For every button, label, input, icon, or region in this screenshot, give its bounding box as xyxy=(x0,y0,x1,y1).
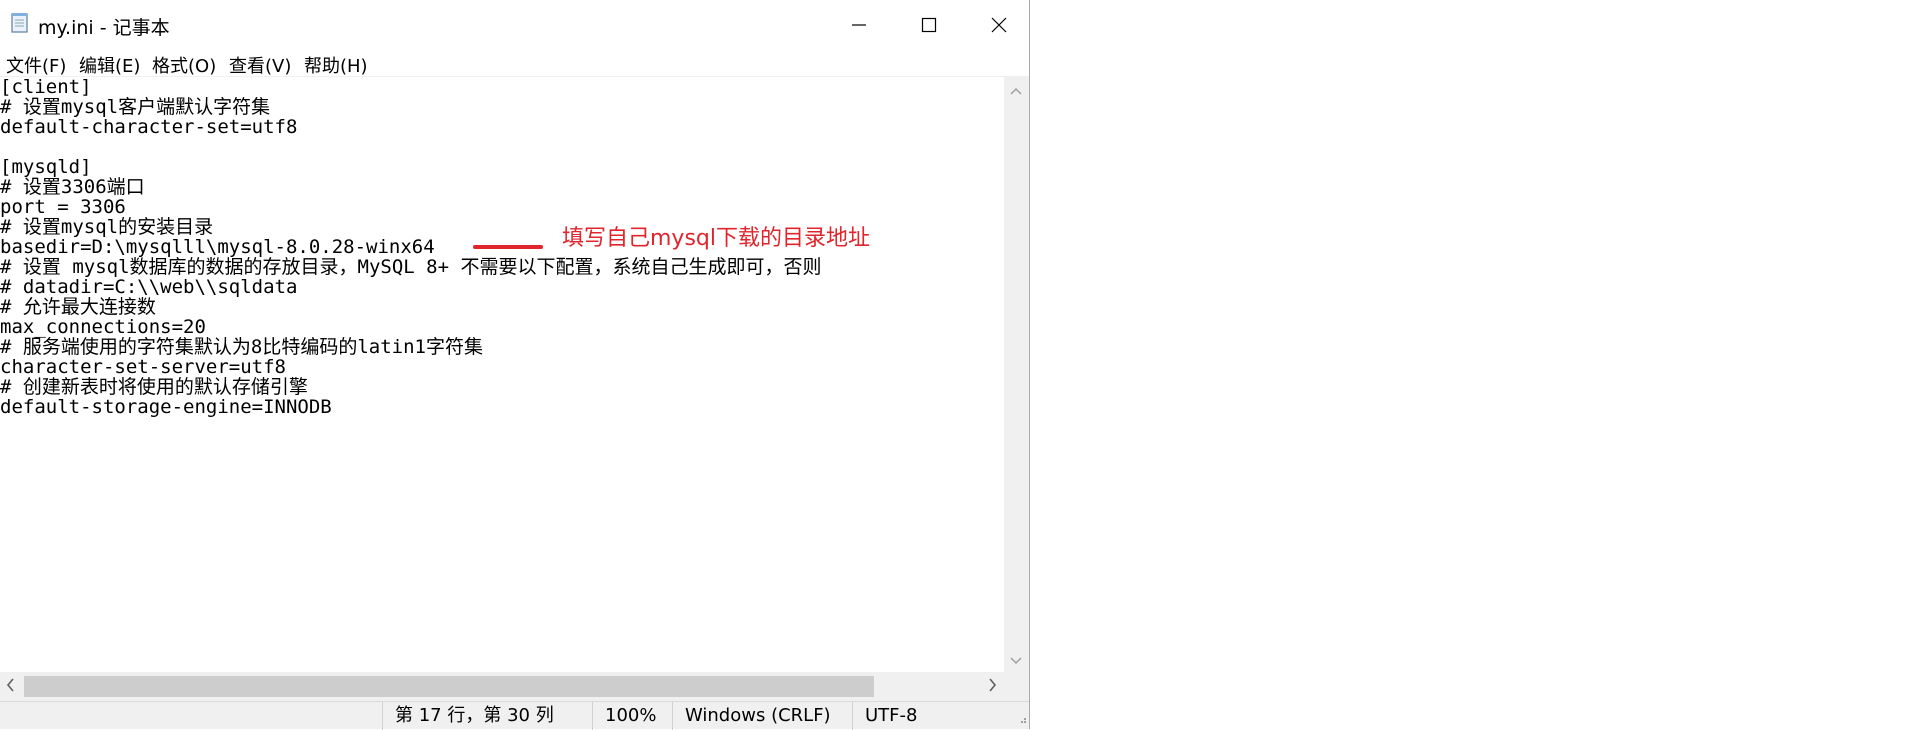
maximize-button[interactable] xyxy=(894,0,964,50)
horizontal-scroll-thumb[interactable] xyxy=(24,676,874,697)
menu-file[interactable]: 文件(F) xyxy=(6,52,66,78)
editor-line: basedir=D:\mysqlll\mysql-8.0.28-winx64 xyxy=(0,236,435,258)
menu-edit[interactable]: 编辑(E) xyxy=(79,52,140,78)
maximize-icon xyxy=(921,17,937,33)
editor-line: # 设置 mysql数据库的数据的存放目录，MySQL 8+ 不需要以下配置，系… xyxy=(0,256,822,278)
menu-view[interactable]: 查看(V) xyxy=(229,52,291,78)
scroll-up-icon[interactable] xyxy=(1010,84,1022,98)
close-button[interactable] xyxy=(964,0,1034,50)
minimize-button[interactable] xyxy=(824,0,894,50)
editor-line: # 设置3306端口 xyxy=(0,176,145,198)
horizontal-scrollbar[interactable] xyxy=(0,672,1004,701)
close-icon xyxy=(991,17,1007,33)
status-encoding: UTF-8 xyxy=(852,702,1029,730)
editor-line: max_connections=20 xyxy=(0,316,206,338)
menu-format[interactable]: 格式(O) xyxy=(152,52,216,78)
menu-bar: 文件(F) 编辑(E) 格式(O) 查看(V) 帮助(H) xyxy=(0,50,1029,78)
resize-grip-icon[interactable] xyxy=(1017,714,1027,727)
title-bar[interactable]: my.ini - 记事本 xyxy=(0,0,1029,50)
status-bar: 第 17 行，第 30 列 100% Windows (CRLF) UTF-8 xyxy=(0,701,1029,730)
editor-line: [client] xyxy=(0,76,92,98)
notepad-window: my.ini - 记事本 文件(F) 编辑(E) 格式(O) 查看(V) 帮助(… xyxy=(0,0,1030,730)
editor-line: [mysqld] xyxy=(0,156,92,178)
window-title: my.ini - 记事本 xyxy=(38,17,170,39)
editor-line: # 允许最大连接数 xyxy=(0,296,156,318)
notepad-icon xyxy=(10,12,30,34)
editor-line: character-set-server=utf8 xyxy=(0,356,286,378)
menu-help[interactable]: 帮助(H) xyxy=(304,52,368,78)
editor-line: default-storage-engine=INNODB xyxy=(0,396,332,418)
annotation-text: 填写自己mysql下载的目录地址 xyxy=(562,226,870,251)
scrollbar-corner xyxy=(1004,672,1029,701)
editor-line: # 创建新表时将使用的默认存储引擎 xyxy=(0,376,308,398)
minimize-icon xyxy=(852,24,866,26)
editor-line: default-character-set=utf8 xyxy=(0,116,298,138)
status-line-ending: Windows (CRLF) xyxy=(672,702,852,730)
editor-line: # 设置mysql客户端默认字符集 xyxy=(0,96,271,118)
scroll-left-icon[interactable] xyxy=(6,677,15,696)
editor-line: # 服务端使用的字符集默认为8比特编码的latin1字符集 xyxy=(0,336,483,358)
editor-line: # 设置mysql的安装目录 xyxy=(0,216,214,238)
vertical-scrollbar[interactable] xyxy=(1004,76,1029,672)
editor-line: # datadir=C:\\web\\sqldata xyxy=(0,276,298,298)
status-zoom: 100% xyxy=(592,702,672,730)
scroll-down-icon[interactable] xyxy=(1010,654,1022,668)
scroll-right-icon[interactable] xyxy=(988,677,997,696)
annotation-arrow-line xyxy=(473,245,543,249)
text-editor[interactable]: [client] # 设置mysql客户端默认字符集 default-chara… xyxy=(0,76,1004,673)
status-cursor-position: 第 17 行，第 30 列 xyxy=(382,702,592,730)
editor-line: port = 3306 xyxy=(0,196,126,218)
